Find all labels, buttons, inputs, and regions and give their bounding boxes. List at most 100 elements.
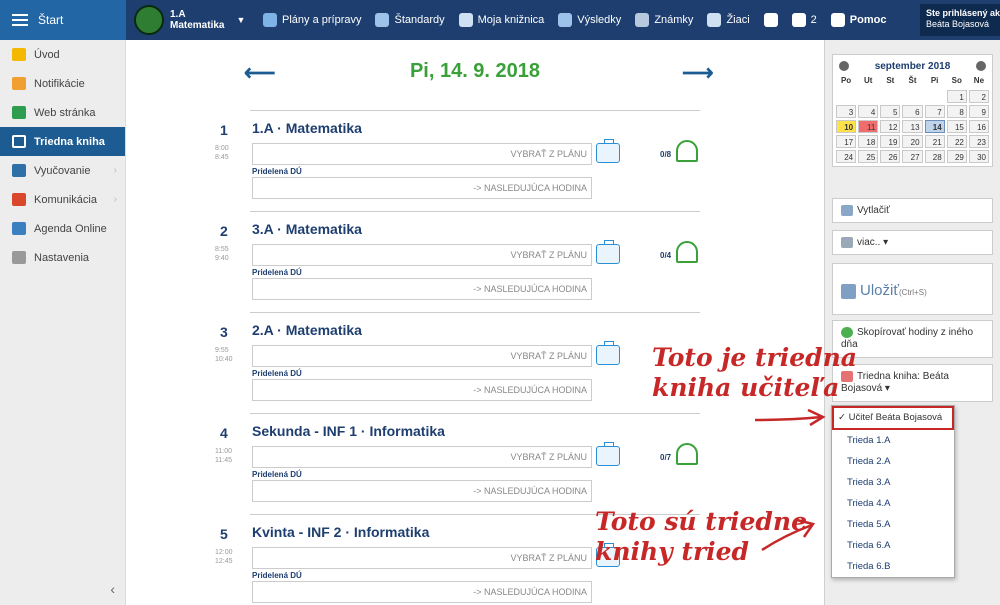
top-menu-item-8[interactable]: Pomoc [824,0,894,40]
attendance-people-icon[interactable] [676,140,698,162]
briefcase-icon[interactable] [596,442,620,466]
calendar-prev-icon[interactable] [839,61,849,71]
top-menu-item-7[interactable]: 2 [785,0,824,40]
calendar-day[interactable]: 1 [946,90,967,103]
sidebar-item-star[interactable]: Úvod [0,40,125,69]
sidebar-item-pen[interactable]: Agenda Online [0,214,125,243]
lesson-end-time: 8:45 [215,154,229,161]
sidebar-item-open-book[interactable]: Vyučovanie › [0,156,125,185]
homework-input[interactable]: -> NASLEDUJÚCA HODINA [252,379,592,401]
calendar-next-icon[interactable] [975,61,986,71]
dropdown-selected-teacher[interactable]: ✓ Učiteľ Beáta Bojasová [832,406,954,430]
lesson-topic-input[interactable]: VYBRAŤ Z PLÁNU [252,345,592,367]
dropdown-item-class[interactable]: Trieda 6.A [832,535,954,556]
calendar-day[interactable]: 12 [880,120,901,133]
top-menu-item-6[interactable] [757,0,785,40]
lesson-title[interactable]: 1.A · Matematika [252,120,362,136]
calendar-day[interactable]: 8 [946,105,967,118]
students-icon [707,13,722,27]
select-from-plan-placeholder: VYBRAŤ Z PLÁNU [510,250,587,260]
attendance-people-icon[interactable] [676,443,698,465]
calendar-day[interactable]: 9 [968,105,989,118]
calendar-day[interactable]: 16 [968,120,989,133]
briefcase-icon[interactable] [596,341,620,365]
calendar-day[interactable]: 24 [836,150,857,163]
top-menu-item-1[interactable]: Štandardy [368,0,451,40]
lesson-topic-input[interactable]: VYBRAŤ Z PLÁNU [252,547,592,569]
lesson-topic-input[interactable]: VYBRAŤ Z PLÁNU [252,446,592,468]
dropdown-item-class[interactable]: Trieda 1.A [832,430,954,451]
calendar-weekday: Št [908,76,917,85]
sidebar-item-book[interactable]: Triedna kniha [0,127,125,156]
start-button[interactable]: Štart [0,0,126,40]
homework-input[interactable]: -> NASLEDUJÚCA HODINA [252,177,592,199]
dropdown-item-class[interactable]: Trieda 4.A [832,493,954,514]
calendar-day[interactable]: 21 [924,135,945,148]
mail-icon [791,13,806,27]
briefcase-icon[interactable] [596,240,620,264]
homework-input[interactable]: -> NASLEDUJÚCA HODINA [252,581,592,603]
calendar-day[interactable]: 5 [880,105,901,118]
dropdown-item-class[interactable]: Trieda 3.A [832,472,954,493]
calendar-day[interactable]: 11 [858,120,879,133]
calendar-day[interactable]: 6 [902,105,923,118]
calendar-day[interactable]: 15 [946,120,967,133]
more-button[interactable]: viac.. ▾ [832,230,993,256]
class-selector[interactable]: 1.A Matematika ▼ [126,5,256,35]
lesson-topic-input[interactable]: VYBRAŤ Z PLÁNU [252,143,592,165]
caret-down-icon: ▼ [236,15,246,25]
calendar-day[interactable]: 18 [858,135,879,148]
dropdown-item-class[interactable]: Trieda 5.A [832,514,954,535]
calendar-day[interactable]: 26 [880,150,901,163]
calendar-empty-cell [836,90,856,103]
calendar-day[interactable]: 3 [836,105,857,118]
top-menu-item-4[interactable]: Známky [628,0,700,40]
lesson-title[interactable]: Kvinta - INF 2 · Informatika [252,524,429,540]
top-menu-item-0[interactable]: Plány a prípravy [256,0,368,40]
calendar-day[interactable]: 30 [968,150,989,163]
briefcase-icon[interactable] [596,139,620,163]
calendar-day[interactable]: 22 [946,135,967,148]
next-day-arrow-icon[interactable]: ⟶ [682,60,714,86]
attendance-people-icon[interactable] [676,241,698,263]
sidebar-item-people[interactable]: Komunikácia › [0,185,125,214]
class-avatar [134,5,164,35]
lesson-end-time: 9:40 [215,255,229,262]
save-icon [841,283,856,299]
calendar-day[interactable]: 4 [858,105,879,118]
calendar-day[interactable]: 19 [880,135,901,148]
calendar-day[interactable]: 23 [968,135,989,148]
save-button[interactable]: Uložiť(Ctrl+S) [832,263,993,315]
calendar-day[interactable]: 25 [858,150,879,163]
sidebar-item-envelope[interactable]: Notifikácie [0,69,125,98]
calendar-day[interactable]: 28 [924,150,945,163]
calendar-day[interactable]: 2 [968,90,989,103]
sidebar-item-gear[interactable]: Nastavenia [0,243,125,272]
top-menu-item-5[interactable]: Žiaci [700,0,756,40]
lesson-title[interactable]: 3.A · Matematika [252,221,362,237]
top-menu-item-3[interactable]: Výsledky [551,0,628,40]
collapse-sidebar-icon[interactable]: ‹ [110,581,115,597]
calendar-day[interactable]: 17 [836,135,857,148]
calendar-day[interactable]: 27 [902,150,923,163]
calendar-day[interactable]: 29 [946,150,967,163]
calendar-day[interactable]: 13 [902,120,923,133]
homework-input[interactable]: -> NASLEDUJÚCA HODINA [252,278,592,300]
lesson-divider [250,413,700,414]
homework-input[interactable]: -> NASLEDUJÚCA HODINA [252,480,592,502]
lesson-topic-input[interactable]: VYBRAŤ Z PLÁNU [252,244,592,266]
calendar-day[interactable]: 20 [902,135,923,148]
calendar-day[interactable]: 7 [924,105,945,118]
calendar-weekday: Po [840,76,852,85]
lesson-title[interactable]: Sekunda - INF 1 · Informatika [252,423,445,439]
dropdown-item-class[interactable]: Trieda 6.B [832,556,954,577]
dropdown-item-class[interactable]: Trieda 2.A [832,451,954,472]
logged-user[interactable]: Ste prihlásený ako Beáta Bojasová [920,4,1000,36]
calendar-day[interactable]: 10 [836,120,857,133]
sidebar-item-home[interactable]: Web stránka [0,98,125,127]
lesson-title[interactable]: 2.A · Matematika [252,322,362,338]
calendar-empty-cell [880,90,900,103]
print-button[interactable]: Vytlačiť [832,198,993,224]
calendar-day[interactable]: 14 [924,120,945,133]
top-menu-item-2[interactable]: Moja knižnica [452,0,552,40]
